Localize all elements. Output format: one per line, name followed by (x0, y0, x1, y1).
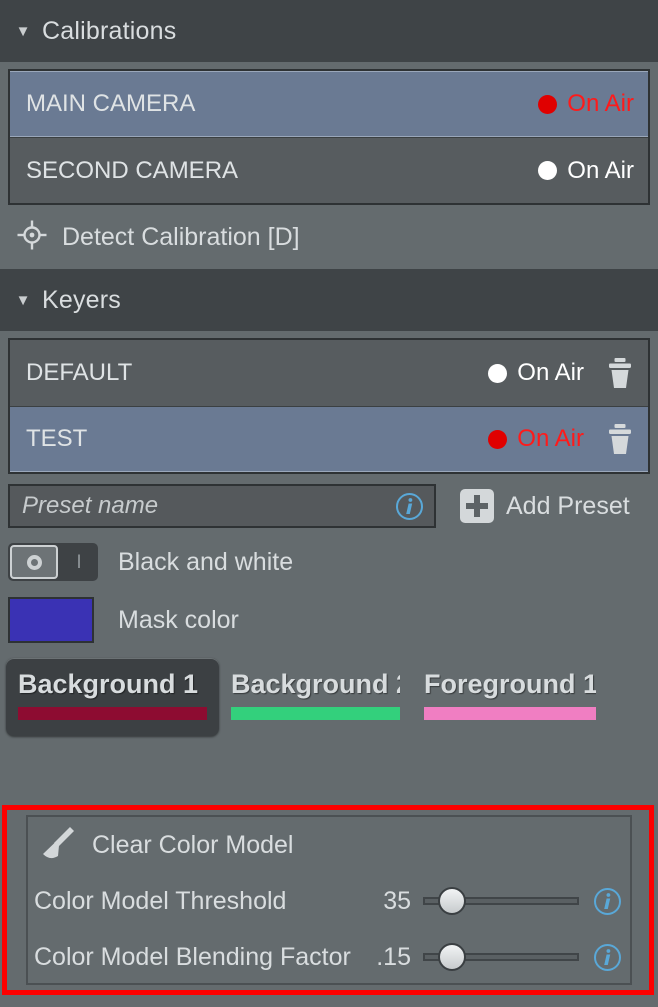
color-model-blending-factor-slider[interactable] (423, 942, 579, 972)
keyers-title: Keyers (42, 286, 121, 315)
on-air-label: On Air (517, 425, 584, 453)
info-icon[interactable] (395, 492, 424, 521)
preset-name-placeholder: Preset name (22, 492, 395, 520)
on-air-dot-icon (488, 430, 507, 449)
keyer-name: TEST (26, 425, 488, 453)
mask-color-row: Mask color (8, 596, 650, 644)
preset-name-input[interactable]: Preset name (8, 484, 436, 528)
calibrations-title: Calibrations (42, 17, 176, 46)
slider-knob[interactable] (438, 887, 466, 915)
on-air-indicator[interactable]: On Air (488, 425, 584, 453)
slider-knob[interactable] (438, 943, 466, 971)
black-and-white-toggle[interactable]: I (8, 543, 98, 581)
color-model-blending-factor-value: .15 (376, 943, 411, 972)
color-model-blending-factor-label: Color Model Blending Factor (34, 943, 376, 972)
on-air-label: On Air (567, 157, 634, 185)
color-model-blending-factor-row: Color Model Blending Factor .15 (28, 929, 630, 985)
tab-color-bar (424, 707, 596, 720)
keyers-list: DEFAULT On Air TEST On Air (8, 338, 650, 474)
on-air-label: On Air (567, 90, 634, 118)
keyer-row-default[interactable]: DEFAULT On Air (10, 340, 648, 406)
add-preset-button[interactable]: Add Preset (460, 489, 630, 523)
tab-background-2[interactable]: Background 2 (219, 658, 412, 736)
color-model-panel: Clear Color Model Color Model Threshold … (26, 815, 632, 985)
tab-label: Background 2 (231, 668, 400, 700)
keyer-row-test[interactable]: TEST On Air (10, 406, 648, 472)
calibrations-section-header[interactable]: ▼ Calibrations (0, 0, 658, 62)
color-model-threshold-row: Color Model Threshold 35 (28, 873, 630, 929)
black-and-white-label: Black and white (118, 548, 293, 577)
trash-icon[interactable] (606, 357, 634, 389)
detect-calibration-label: Detect Calibration [D] (62, 223, 300, 252)
plus-icon (460, 489, 494, 523)
tab-background-1[interactable]: Background 1 (6, 658, 219, 736)
keyers-section-header[interactable]: ▼ Keyers (0, 269, 658, 331)
on-air-dot-icon (488, 364, 507, 383)
circle-o-icon (27, 555, 42, 570)
mask-color-label: Mask color (118, 606, 239, 635)
calibration-row-second-camera[interactable]: SECOND CAMERA On Air (10, 137, 648, 203)
chevron-down-icon[interactable]: ▼ (12, 24, 34, 39)
calibration-name: SECOND CAMERA (26, 157, 538, 185)
info-icon[interactable] (593, 943, 622, 972)
color-model-threshold-slider[interactable] (423, 886, 579, 916)
calibration-name: MAIN CAMERA (26, 90, 538, 118)
tab-label: Foreground 1 (424, 668, 596, 700)
tab-color-bar (18, 707, 207, 720)
on-air-indicator[interactable]: On Air (538, 157, 634, 185)
calibration-row-main-camera[interactable]: MAIN CAMERA On Air (10, 71, 648, 137)
add-preset-label: Add Preset (506, 492, 630, 521)
broom-icon (36, 823, 78, 868)
info-icon[interactable] (593, 887, 622, 916)
trash-icon[interactable] (606, 423, 634, 455)
keyer-panel: ▼ Calibrations MAIN CAMERA On Air SECOND… (0, 0, 658, 1007)
color-model-threshold-label: Color Model Threshold (34, 887, 383, 916)
clear-color-model-label: Clear Color Model (92, 831, 293, 860)
color-model-threshold-value: 35 (383, 887, 411, 916)
panel-bottom-edge (0, 995, 658, 1007)
on-air-dot-icon (538, 161, 557, 180)
tab-color-bar (231, 707, 400, 720)
calibrations-list: MAIN CAMERA On Air SECOND CAMERA On Air (8, 69, 650, 205)
chevron-down-icon[interactable]: ▼ (12, 293, 34, 308)
black-and-white-row: I Black and white (8, 542, 650, 582)
on-air-label: On Air (517, 359, 584, 387)
toggle-on-label: I (60, 553, 98, 572)
crosshair-target-icon (16, 219, 48, 256)
clear-color-model-button[interactable]: Clear Color Model (28, 817, 630, 873)
toggle-knob-off-icon (10, 545, 58, 579)
on-air-dot-icon (538, 95, 557, 114)
tab-label: Background 1 (18, 668, 207, 700)
detect-calibration-button[interactable]: Detect Calibration [D] (0, 205, 658, 269)
mask-color-swatch[interactable] (8, 597, 94, 643)
tab-foreground-1[interactable]: Foreground 1 (412, 658, 608, 736)
layer-tabs: Background 1 Background 2 Foreground 1 (6, 658, 658, 736)
on-air-indicator[interactable]: On Air (488, 359, 584, 387)
preset-row: Preset name Add Preset (8, 484, 650, 528)
on-air-indicator[interactable]: On Air (538, 90, 634, 118)
keyer-name: DEFAULT (26, 359, 488, 387)
